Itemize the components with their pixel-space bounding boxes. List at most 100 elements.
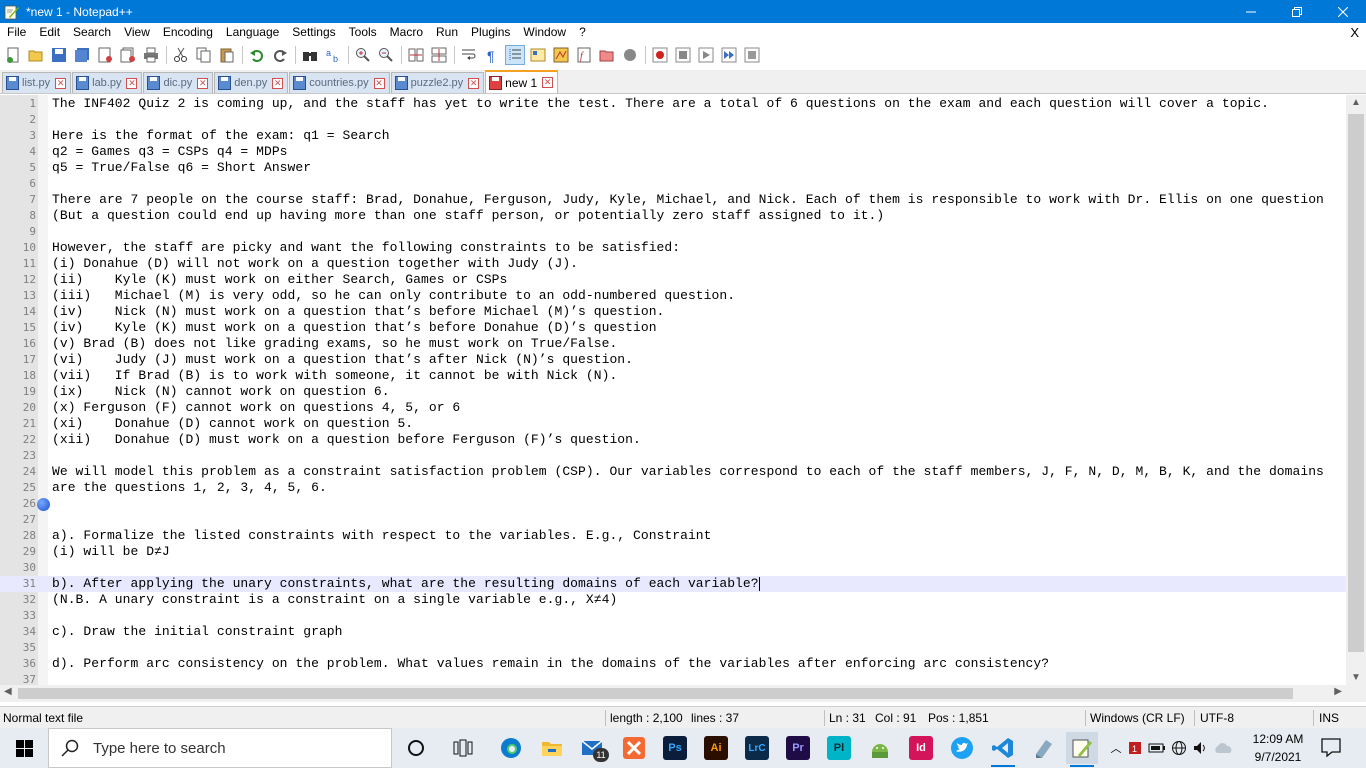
close-icon[interactable]: ✕ xyxy=(272,77,284,89)
indent-guide-icon[interactable] xyxy=(505,44,525,65)
close-icon[interactable]: ✕ xyxy=(542,77,554,88)
menu-macro[interactable]: Macro xyxy=(383,23,429,42)
editor-line[interactable]: 20 (x) Ferguson (F) cannot work on questi… xyxy=(0,400,1346,416)
line-text[interactable]: (x) Ferguson (F) cannot work on question… xyxy=(52,400,460,416)
line-text[interactable]: (N.B. A unary constraint is a constraint… xyxy=(52,592,617,608)
line-text[interactable]: (i) will be D≠J xyxy=(52,544,170,560)
editor-line[interactable]: 37 xyxy=(0,672,1346,685)
encoding-status[interactable]: UTF-8 xyxy=(1197,707,1234,729)
vscode-icon[interactable] xyxy=(987,732,1019,767)
vertical-scrollbar[interactable]: ▲ ▼ xyxy=(1346,95,1366,685)
tab-list-py[interactable]: list.py ✕ xyxy=(2,72,72,93)
save-icon[interactable] xyxy=(49,45,69,65)
editor-line[interactable]: 25 are the questions 1, 2, 3, 4, 5, 6. xyxy=(0,480,1346,496)
line-text[interactable]: (But a question could end up having more… xyxy=(52,208,884,224)
line-text[interactable]: (xi) Donahue (D) cannot work on question… xyxy=(52,416,413,432)
close-icon[interactable]: ✕ xyxy=(197,77,209,89)
editor-line[interactable]: 23 xyxy=(0,448,1346,464)
task-view-icon[interactable] xyxy=(447,732,479,764)
prelude-icon[interactable]: Pl xyxy=(823,732,855,764)
find-icon[interactable] xyxy=(300,45,320,65)
menu-window[interactable]: Window xyxy=(516,23,572,42)
editor-line[interactable]: 12 (ii) Kyle (K) must work on either Sear… xyxy=(0,272,1346,288)
document-map-icon[interactable] xyxy=(551,45,571,65)
antivirus-icon[interactable]: 1 xyxy=(1124,740,1146,756)
stop-macro-icon[interactable] xyxy=(673,45,693,65)
menu-view[interactable]: View xyxy=(117,23,156,42)
indesign-icon[interactable]: Id xyxy=(905,732,937,764)
photoshop-icon[interactable]: Ps xyxy=(659,732,691,764)
battery-icon[interactable] xyxy=(1146,742,1168,754)
editor-line[interactable]: 31 b). After applying the unary constrain… xyxy=(0,576,1346,592)
close-file-icon[interactable] xyxy=(95,45,115,65)
title-bar[interactable]: *new 1 - Notepad++ xyxy=(0,0,1366,23)
editor-line[interactable]: 10 However, the staff are picky and want … xyxy=(0,240,1346,256)
editor-line[interactable]: 36 d). Perform arc consistency on the pro… xyxy=(0,656,1346,672)
new-file-icon[interactable] xyxy=(3,45,23,65)
illustrator-icon[interactable]: Ai xyxy=(700,732,732,764)
paste-icon[interactable] xyxy=(217,45,237,65)
redo-icon[interactable] xyxy=(270,45,290,65)
close-icon[interactable]: ✕ xyxy=(126,77,138,89)
xampp-icon[interactable] xyxy=(618,732,650,764)
editor-line[interactable]: 8 (But a question could end up having mor… xyxy=(0,208,1346,224)
line-text[interactable]: The INF402 Quiz 2 is coming up, and the … xyxy=(52,96,1269,112)
twitter-icon[interactable] xyxy=(946,732,978,764)
android-studio-icon[interactable] xyxy=(864,732,896,764)
eol-status[interactable]: Windows (CR LF) xyxy=(1087,707,1185,729)
editor-line[interactable]: 13 (iii) Michael (M) is very odd, so he c… xyxy=(0,288,1346,304)
line-text[interactable]: (vii) If Brad (B) is to work with someon… xyxy=(52,368,617,384)
sync-vertical-icon[interactable] xyxy=(406,45,426,65)
line-text[interactable]: However, the staff are picky and want th… xyxy=(52,240,680,256)
scroll-left-icon[interactable]: ◀ xyxy=(4,686,12,697)
taskbar-search-box[interactable]: Type here to search xyxy=(48,728,392,768)
line-text[interactable]: q2 = Games q3 = CSPs q4 = MDPs xyxy=(52,144,288,160)
taskbar-clock[interactable]: 12:09 AM 9/7/2021 xyxy=(1238,730,1318,766)
editor-line[interactable]: 11 (i) Donahue (D) will not work on a que… xyxy=(0,256,1346,272)
menu-help[interactable]: ? xyxy=(572,23,592,42)
replace-icon[interactable]: ab xyxy=(323,45,343,65)
zoom-out-icon[interactable] xyxy=(376,45,396,65)
close-icon[interactable]: ✕ xyxy=(373,77,385,89)
editor-line[interactable]: 29 (i) will be D≠J xyxy=(0,544,1346,560)
cortana-icon[interactable] xyxy=(400,732,432,764)
editor-line[interactable]: 2 xyxy=(0,112,1346,128)
network-globe-icon[interactable] xyxy=(1168,740,1190,756)
tab-countries-py[interactable]: countries.py ✕ xyxy=(289,72,390,93)
onedrive-icon[interactable] xyxy=(1210,741,1236,755)
save-all-icon[interactable] xyxy=(72,45,92,65)
function-list-icon[interactable]: f xyxy=(574,45,594,65)
editor-line[interactable]: 5 q5 = True/False q6 = Short Answer xyxy=(0,160,1346,176)
show-hidden-icons-icon[interactable]: ︿ xyxy=(1108,740,1124,756)
cut-icon[interactable] xyxy=(171,45,191,65)
line-text[interactable]: There are 7 people on the course staff: … xyxy=(52,192,1324,208)
line-text[interactable]: b). After applying the unary constraints… xyxy=(52,576,759,592)
menu-search[interactable]: Search xyxy=(66,23,117,42)
udl-icon[interactable] xyxy=(528,45,548,65)
scroll-down-icon[interactable]: ▼ xyxy=(1346,672,1366,683)
editor-line[interactable]: 3 Here is the format of the exam: q1 = Se… xyxy=(0,128,1346,144)
tab-dic-py[interactable]: dic.py ✕ xyxy=(143,72,214,93)
edge-icon[interactable] xyxy=(495,732,527,764)
tab-puzzle2-py[interactable]: puzzle2.py ✕ xyxy=(390,72,485,93)
unknown-app-icon[interactable] xyxy=(1028,732,1060,764)
editor-line[interactable]: 9 xyxy=(0,224,1346,240)
file-explorer-icon[interactable] xyxy=(536,732,568,764)
line-text[interactable]: Here is the format of the exam: q1 = Sea… xyxy=(52,128,390,144)
editor-line[interactable]: 14 (iv) Nick (N) must work on a question … xyxy=(0,304,1346,320)
restore-button[interactable] xyxy=(1274,0,1320,23)
line-text[interactable]: (vi) Judy (J) must work on a question th… xyxy=(52,352,633,368)
editor-line[interactable]: 1 The INF402 Quiz 2 is coming up, and the… xyxy=(0,96,1346,112)
line-text[interactable]: (xii) Donahue (D) must work on a questio… xyxy=(52,432,641,448)
editor-line[interactable]: 7 There are 7 people on the course staff:… xyxy=(0,192,1346,208)
line-text[interactable]: (i) Donahue (D) will not work on a quest… xyxy=(52,256,578,272)
editor-line[interactable]: 18 (vii) If Brad (B) is to work with some… xyxy=(0,368,1346,384)
line-text[interactable]: (iv) Nick (N) must work on a question th… xyxy=(52,304,664,320)
editor-line[interactable]: 26 xyxy=(0,496,1346,512)
menu-run[interactable]: Run xyxy=(429,23,464,42)
menu-settings[interactable]: Settings xyxy=(285,23,341,42)
editor-line[interactable]: 28 a). Formalize the listed constraints w… xyxy=(0,528,1346,544)
menu-tools[interactable]: Tools xyxy=(342,23,383,42)
editor-line[interactable]: 4 q2 = Games q3 = CSPs q4 = MDPs xyxy=(0,144,1346,160)
line-text[interactable]: (ix) Nick (N) cannot work on question 6. xyxy=(52,384,390,400)
